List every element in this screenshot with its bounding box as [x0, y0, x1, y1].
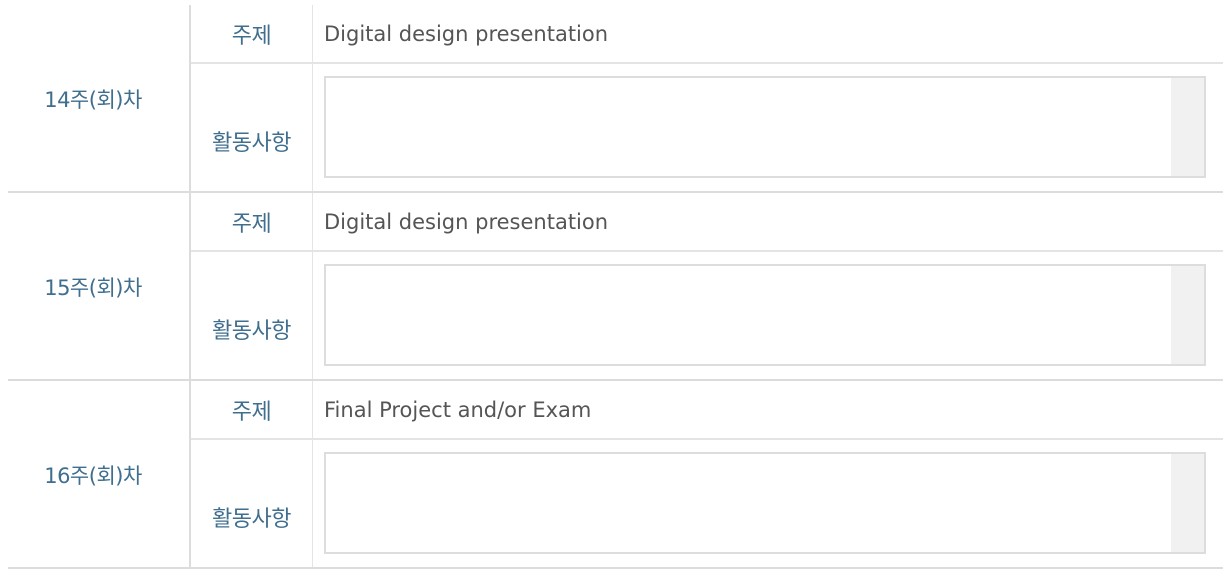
week-label: 16주(회)차	[44, 464, 142, 488]
activity-label: 활동사항	[212, 507, 291, 532]
topic-value: Digital design presentation	[324, 210, 609, 234]
row-divider	[191, 62, 1223, 64]
topic-label: 주제	[231, 212, 272, 237]
week-row: 14주(회)차 주제 Digital design presentation 활…	[0, 5, 1223, 193]
activity-textarea[interactable]	[324, 452, 1206, 554]
column-divider	[312, 5, 313, 193]
textarea-scrollbar[interactable]	[1171, 78, 1204, 176]
column-divider	[312, 381, 313, 569]
topic-label: 주제	[231, 400, 272, 425]
topic-label: 주제	[231, 24, 272, 49]
row-divider	[191, 250, 1223, 252]
activity-textarea[interactable]	[324, 264, 1206, 366]
topic-value: Digital design presentation	[324, 22, 609, 46]
activity-label: 활동사항	[212, 319, 291, 344]
textarea-scrollbar[interactable]	[1171, 454, 1204, 552]
topic-value: Final Project and/or Exam	[324, 398, 592, 422]
column-divider	[312, 193, 313, 381]
textarea-scrollbar[interactable]	[1171, 266, 1204, 364]
week-row: 16주(회)차 주제 Final Project and/or Exam 활동사…	[0, 381, 1223, 569]
activity-textarea[interactable]	[324, 76, 1206, 178]
weekly-schedule-table: 14주(회)차 주제 Digital design presentation 활…	[0, 0, 1223, 569]
row-divider	[191, 438, 1223, 440]
week-row: 15주(회)차 주제 Digital design presentation 활…	[0, 193, 1223, 381]
week-label: 15주(회)차	[44, 276, 142, 300]
week-label: 14주(회)차	[44, 88, 142, 112]
activity-label: 활동사항	[212, 131, 291, 156]
